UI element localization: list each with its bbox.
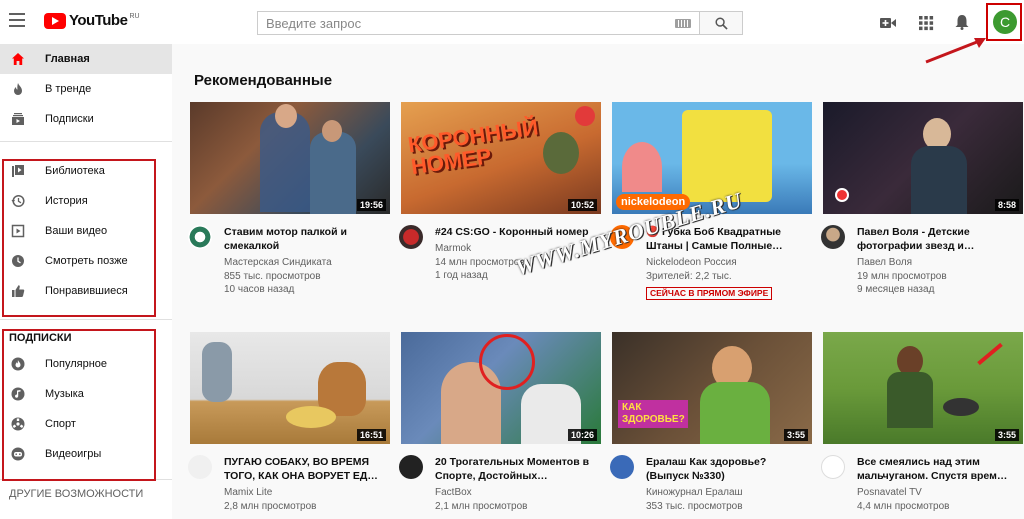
video-card[interactable]: 19:56 Ставим мотор палкой и смекалкой Ма… [188,102,390,297]
section-heading: Рекомендованные [194,72,333,89]
upload-age: 9 месяцев назад [857,284,935,295]
duration-badge: 3:55 [994,429,1019,441]
logo-text: YouTube [69,12,128,29]
video-title[interactable]: Павел Воля - Детские фотографии звезд и… [857,225,1017,253]
fire-icon [14,83,22,95]
upload-age: 10 часов назад [224,284,295,295]
channel-avatar[interactable] [399,455,423,479]
video-thumbnail[interactable]: 10:26 [401,332,601,444]
video-title[interactable]: Ставим мотор палкой и смекалкой [224,225,384,253]
video-thumbnail[interactable]: КОРОННЫЙ НОМЕР 10:52 [401,102,601,214]
video-card[interactable]: КАК ЗДОРОВЬЕ? 3:55 Ералаш Как здоровье? … [610,332,812,513]
video-card[interactable]: 8:58 Павел Воля - Детские фотографии зве… [821,102,1023,297]
view-count: 2,1 млн просмотров [435,500,528,512]
apps-grid-icon[interactable] [918,15,934,31]
channel-name[interactable]: Posnavatel TV [857,486,1017,500]
notifications-bell-icon[interactable] [954,14,970,30]
keyboard-icon[interactable] [675,18,691,28]
home-icon [12,53,24,65]
sidebar-item-label: Главная [45,53,90,65]
thumbnail-caption: КОРОННЫЙ НОМЕР [406,114,540,180]
video-title[interactable]: ПУГАЮ СОБАКУ, ВО ВРЕМЯ ТОГО, КАК ОНА ВОР… [224,455,384,483]
video-thumbnail[interactable]: КАК ЗДОРОВЬЕ? 3:55 [612,332,812,444]
video-thumbnail[interactable]: 19:56 [190,102,390,214]
search-bar [257,11,743,35]
channel-name[interactable]: Павел Воля [857,256,1017,270]
duration-badge: 19:56 [356,199,386,211]
channel-name[interactable]: Mamix Lite [224,486,384,500]
youtube-logo[interactable]: YouTube RU [44,13,140,29]
view-count: 4,4 млн просмотров [857,500,950,512]
sidebar-item-trending[interactable]: В тренде [0,74,172,104]
channel-name[interactable]: Киножурнал Ералаш [646,486,806,500]
sidebar-item-home[interactable]: Главная [0,44,172,74]
create-video-icon[interactable] [880,15,896,31]
upload-age: 1 год назад [435,270,488,281]
sidebar-item-label: В тренде [45,83,92,95]
video-thumbnail[interactable]: 16:51 [190,332,390,444]
channel-avatar[interactable] [399,225,423,249]
video-title[interactable]: Ералаш Как здоровье? (Выпуск №330) [646,455,806,483]
video-title[interactable]: #24 CS:GO - Коронный номер [435,225,595,239]
highlight-box-library [2,159,156,317]
sidebar-item-subscriptions[interactable]: Подписки [0,104,172,134]
duration-badge: 3:55 [783,429,808,441]
highlight-box-avatar [986,3,1022,41]
video-card[interactable]: 10:26 20 Трогательных Моментов в Спорте,… [399,332,601,513]
hamburger-menu-icon[interactable] [9,13,25,31]
thumbnail-caption: КАК ЗДОРОВЬЕ? [618,400,688,428]
channel-name[interactable]: FactBox [435,486,595,500]
duration-badge: 8:58 [994,199,1019,211]
play-logo-icon [44,13,66,29]
live-badge: СЕЙЧАС В ПРЯМОМ ЭФИРЕ [646,287,773,300]
view-count: 855 тыс. просмотров [224,270,321,282]
main-content: Рекомендованные 19:56 Ставим мотор палко… [172,44,1024,519]
video-thumbnail[interactable]: 8:58 [823,102,1023,214]
highlight-box-subscriptions [2,329,156,481]
video-title[interactable]: Все смеялись над этим мальчуганом. Спуст… [857,455,1017,483]
view-count: 19 млн просмотров [857,270,947,282]
video-card[interactable]: 3:55 Все смеялись над этим мальчуганом. … [821,332,1023,513]
more-features-title: ДРУГИЕ ВОЗМОЖНОСТИ [9,488,144,500]
subscriptions-icon [12,113,24,125]
search-field [257,11,699,35]
video-thumbnail[interactable]: 3:55 [823,332,1023,444]
duration-badge: 16:51 [356,429,386,441]
duration-badge: 10:26 [567,429,597,441]
sidebar-item-label: Подписки [45,113,94,125]
duration-badge: 10:52 [567,199,597,211]
view-count: Зрителей: 2,2 тыс. [646,270,732,282]
channel-name[interactable]: Nickelodeon Россия [646,256,806,270]
view-count: 353 тыс. просмотров [646,500,743,512]
video-title[interactable]: 20 Трогательных Моментов в Спорте, Досто… [435,455,595,483]
logo-region: RU [129,13,140,20]
video-card[interactable]: 16:51 ПУГАЮ СОБАКУ, ВО ВРЕМЯ ТОГО, КАК О… [188,332,390,513]
channel-name[interactable]: Мастерская Синдиката [224,256,384,270]
top-bar: YouTube RU C [0,0,1024,44]
channel-avatar[interactable] [610,455,634,479]
search-icon [714,16,728,30]
channel-avatar[interactable] [821,225,845,249]
search-input[interactable] [266,15,646,31]
view-count: 2,8 млн просмотров [224,500,317,512]
channel-avatar[interactable] [821,455,845,479]
search-button[interactable] [699,11,743,35]
channel-avatar[interactable] [188,225,212,249]
channel-avatar[interactable] [188,455,212,479]
